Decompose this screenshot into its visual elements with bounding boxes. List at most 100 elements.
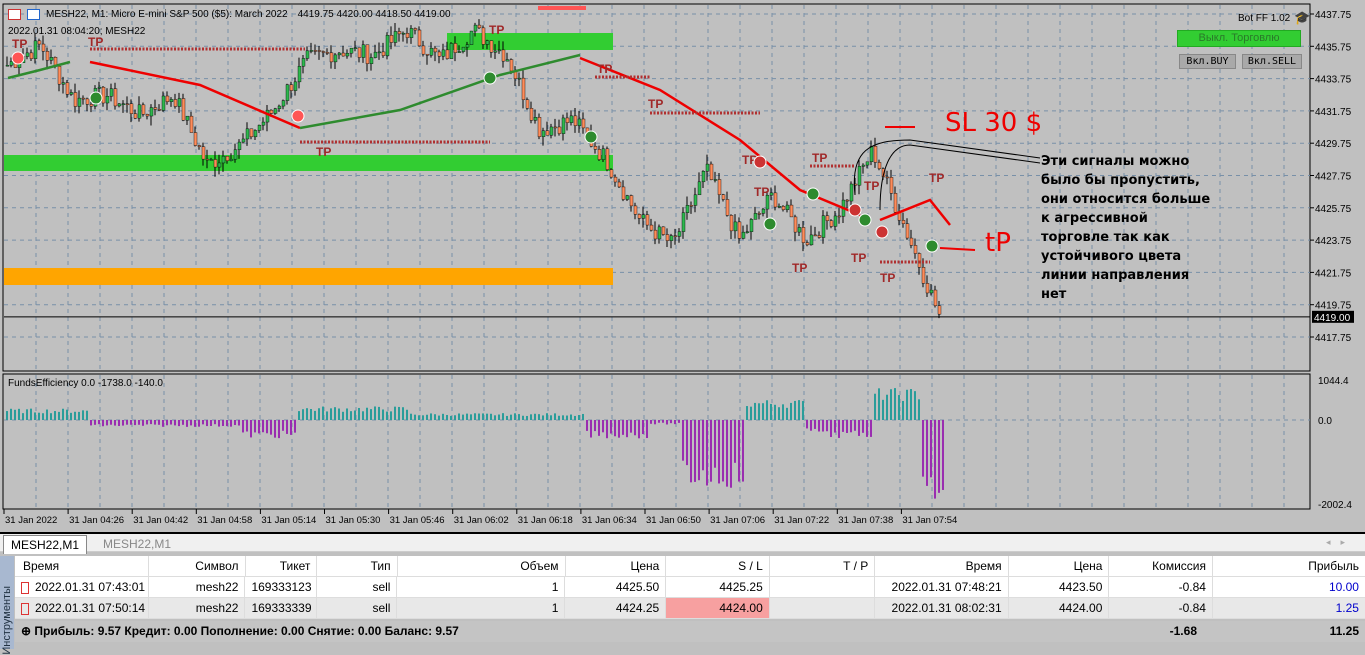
trade-off-button[interactable]: Выкл. Торговлю [1177, 30, 1301, 47]
column-header[interactable]: Время [15, 556, 150, 576]
histogram-bar [162, 420, 164, 427]
column-header[interactable]: Время [875, 556, 1009, 576]
candle [885, 176, 890, 179]
column-header[interactable]: Прибыль [1213, 556, 1365, 576]
histogram-bar [742, 420, 744, 482]
candle [565, 117, 570, 123]
total-commission: -1.68 [1169, 624, 1197, 638]
candle [637, 214, 642, 219]
histogram-bar [542, 415, 544, 420]
candle [121, 103, 126, 105]
candle [385, 34, 390, 56]
candle [265, 109, 270, 123]
candle [561, 117, 566, 134]
cell [770, 598, 876, 618]
histogram-bar [46, 409, 48, 420]
candle [249, 128, 254, 138]
enable-sell-button[interactable]: Вкл.SELL [1242, 54, 1302, 69]
histogram-bar [830, 420, 832, 438]
histogram-bar [242, 420, 244, 433]
candle [573, 115, 578, 126]
histogram-bar [462, 414, 464, 420]
tp-label: TP [648, 97, 663, 111]
cell: 2022.01.31 07:50:14 [15, 598, 150, 618]
column-header[interactable]: Символ [149, 556, 246, 576]
column-header[interactable]: Комиссия [1109, 556, 1213, 576]
histogram-bar [654, 420, 656, 425]
price-axis-label: 4417.75 [1315, 333, 1352, 344]
histogram-bar [718, 420, 720, 484]
histogram-bar [846, 420, 848, 433]
table-row[interactable]: 2022.01.31 07:43:01 mesh22 169333123 sell 1 4… [15, 577, 1365, 598]
histogram-bar [794, 400, 796, 420]
candle [113, 88, 118, 107]
candle [905, 223, 910, 239]
candle [525, 99, 530, 109]
histogram-bar [862, 420, 864, 433]
histogram-bar [866, 420, 868, 437]
histogram-bar [42, 413, 44, 420]
column-header[interactable]: S / L [666, 556, 770, 576]
histogram-bar [66, 409, 68, 420]
histogram-bar [882, 399, 884, 420]
candle [73, 92, 78, 107]
candle [117, 103, 122, 107]
enable-buy-button[interactable]: Вкл.BUY [1179, 54, 1236, 69]
candle [629, 195, 634, 207]
candle [449, 43, 454, 59]
histogram-bar [878, 388, 880, 420]
candle [601, 148, 606, 160]
tp-label: TP [489, 23, 504, 37]
candle [721, 194, 726, 200]
column-header[interactable]: Цена [1009, 556, 1110, 576]
time-axis-label: 31 Jan 07:54 [902, 515, 957, 526]
candle [377, 51, 382, 54]
candle [877, 162, 882, 169]
tab-scroll-arrows[interactable]: ◂▸ [1326, 537, 1355, 548]
candle [89, 104, 94, 107]
candle [701, 170, 706, 183]
candle [337, 52, 342, 56]
candle [497, 49, 502, 52]
histogram-bar [278, 420, 280, 439]
candle [729, 215, 734, 232]
candle [325, 52, 330, 54]
cell: 4424.00 [1009, 598, 1110, 618]
histogram-bar [814, 420, 816, 429]
histogram-bar [894, 388, 896, 420]
histogram-bar [790, 402, 792, 420]
cell-value: -0.84 [1178, 601, 1206, 615]
candle [165, 95, 170, 102]
column-header[interactable]: Объем [398, 556, 566, 576]
sl-annotation: SL 30 $ [945, 108, 1043, 138]
column-header[interactable]: Тикет [246, 556, 318, 576]
table-row[interactable]: 2022.01.31 07:50:14 mesh22 169333339 sell 1 4… [15, 598, 1365, 619]
histogram-bar [510, 414, 512, 420]
candle [837, 215, 842, 218]
candle [625, 195, 630, 200]
histogram-bar [706, 420, 708, 486]
candle [645, 214, 650, 226]
candle [805, 242, 810, 246]
column-header[interactable]: Тип [317, 556, 398, 576]
candle [657, 226, 662, 240]
indicator-pane [2, 373, 1311, 510]
signal-marker [11, 51, 25, 65]
price-axis-label: 4435.75 [1315, 42, 1352, 53]
histogram-bar [282, 420, 284, 431]
histogram-bar [598, 420, 600, 436]
column-header[interactable]: Цена [566, 556, 667, 576]
candle [413, 28, 418, 31]
histogram-bar [286, 420, 288, 434]
candle [405, 32, 410, 38]
toolbox-side-tab[interactable]: Инструменты [0, 556, 14, 655]
tab-chart-1[interactable]: MESH22,M1 [3, 535, 88, 554]
candle [429, 47, 434, 56]
column-header[interactable]: T / P [770, 556, 876, 576]
candle [769, 192, 774, 196]
histogram-bar [382, 409, 384, 420]
cell: sell [317, 577, 398, 597]
tab-chart-2[interactable]: MESH22,M1 [96, 535, 178, 554]
candle [689, 205, 694, 207]
histogram-bar [118, 420, 120, 426]
